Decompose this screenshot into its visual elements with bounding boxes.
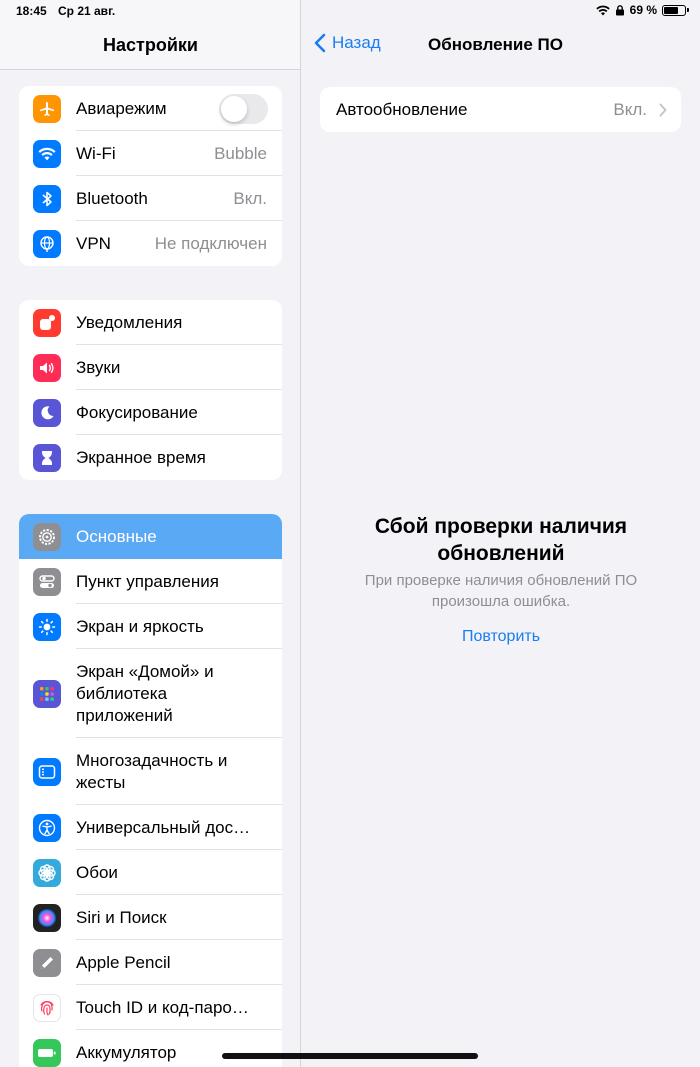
- sidebar-item-label: Универсальный дос…: [76, 817, 251, 837]
- sidebar-item-value: Не подключен: [154, 233, 267, 253]
- sidebar-item-label: Siri и Поиск: [76, 907, 167, 927]
- battery-fill: [664, 6, 678, 14]
- battery-icon: [662, 4, 689, 16]
- sidebar-item[interactable]: Пункт управления: [19, 559, 282, 604]
- sidebar-item-label: Apple Pencil: [76, 952, 171, 972]
- pencil-icon: [33, 948, 61, 977]
- gear-icon: [33, 522, 61, 551]
- hourglass-icon: [33, 443, 61, 472]
- error-title: Сбой проверки наличия обновлений: [374, 515, 628, 565]
- sidebar-item[interactable]: Обои: [19, 850, 282, 895]
- sidebar-item-label: Обои: [76, 862, 118, 882]
- sidebar-item-label: Bluetooth: [76, 188, 148, 208]
- sidebar-item[interactable]: Touch ID и код-паро…: [19, 985, 282, 1030]
- speaker-icon: [33, 353, 61, 382]
- settings-group-general: Основные Пункт управления Экран и яркость Э…: [19, 514, 282, 1067]
- sidebar-item-label: Авиарежим: [76, 98, 167, 118]
- orientation-lock-icon: [615, 4, 624, 15]
- wifi-status-icon: [595, 5, 610, 15]
- moon-icon: [33, 398, 61, 427]
- battery-percent: 69 %: [629, 3, 657, 17]
- retry-button[interactable]: Повторить: [302, 628, 700, 646]
- sidebar-item[interactable]: Экран «Домой» и библиотека приложений: [19, 649, 282, 738]
- status-bar: 18:45 Ср 21 авг. 69 %: [0, 0, 700, 24]
- sidebar-item[interactable]: Звуки: [19, 345, 282, 390]
- multitasking-icon: [33, 757, 61, 786]
- sidebar-item[interactable]: Wi-Fi Bubble: [19, 131, 282, 176]
- sidebar-item-label: Экран «Домой» и библиотека приложений: [76, 661, 214, 725]
- sidebar-item-label: Многозадачность и жесты: [76, 750, 228, 792]
- sidebar-item[interactable]: Экран и яркость: [19, 604, 282, 649]
- sidebar-item[interactable]: VPN Не подключен: [19, 221, 282, 266]
- status-date: Ср 21 авг.: [58, 4, 116, 18]
- fingerprint-icon: [33, 993, 61, 1022]
- sidebar-item-label: Звуки: [76, 357, 121, 377]
- notifications-icon: [33, 308, 61, 337]
- vpn-globe-icon: [33, 229, 61, 258]
- sidebar-item[interactable]: Фокусирование: [19, 390, 282, 435]
- settings-group-notifications: Уведомления Звуки Фокусирование Экранное вр…: [19, 300, 282, 480]
- toggle-knob: [221, 95, 247, 122]
- status-right: 69 %: [595, 3, 689, 17]
- battery-icon: [33, 1038, 61, 1067]
- sidebar-item[interactable]: Bluetooth Вкл.: [19, 176, 282, 221]
- sidebar-item-label: Wi-Fi: [76, 143, 116, 163]
- error-message: При проверке наличия обновлений ПО произ…: [364, 572, 638, 610]
- sidebar-item-label: Экранное время: [76, 447, 206, 467]
- sidebar-item[interactable]: Экранное время: [19, 435, 282, 480]
- sidebar-item[interactable]: Apple Pencil: [19, 940, 282, 985]
- switches-icon: [33, 567, 61, 596]
- sidebar: Настройки Авиарежим Wi-Fi Bubble Bluetooth В…: [0, 0, 301, 1067]
- auto-update-label: Автообновление: [336, 99, 468, 119]
- page-title: Обновление ПО: [428, 35, 563, 54]
- home-indicator[interactable]: [222, 1053, 478, 1059]
- sidebar-item[interactable]: Авиарежим: [19, 86, 282, 131]
- sidebar-item[interactable]: Многозадачность и жесты: [19, 738, 282, 805]
- sidebar-item[interactable]: Уведомления: [19, 300, 282, 345]
- flower-icon: [33, 858, 61, 887]
- accessibility-icon: [33, 813, 61, 842]
- auto-update-row[interactable]: Автообновление Вкл.: [320, 87, 681, 132]
- sidebar-item-label: VPN: [76, 233, 111, 253]
- sidebar-item[interactable]: Аккумулятор: [19, 1030, 282, 1067]
- sidebar-item[interactable]: Siri и Поиск: [19, 895, 282, 940]
- sun-icon: [33, 612, 61, 641]
- sidebar-item-label: Экран и яркость: [76, 616, 204, 636]
- chevron-right-icon: [659, 103, 667, 116]
- airplane-mode-toggle[interactable]: [219, 93, 268, 124]
- siri-icon: [33, 903, 61, 932]
- detail-pane: Назад Обновление ПО Автообновление Вкл. …: [302, 0, 700, 1067]
- status-time: 18:45: [16, 4, 47, 18]
- sidebar-title: Настройки: [103, 35, 198, 55]
- sidebar-item[interactable]: Универсальный дос…: [19, 805, 282, 850]
- sidebar-item[interactable]: Основные: [19, 514, 282, 559]
- back-label: Назад: [332, 33, 381, 52]
- wifi-icon: [33, 139, 61, 168]
- settings-group-connectivity: Авиарежим Wi-Fi Bubble Bluetooth Вкл. VPN Не п…: [19, 86, 282, 266]
- airplane-icon: [33, 94, 61, 123]
- chevron-left-icon: [314, 33, 326, 53]
- back-button[interactable]: Назад: [314, 33, 381, 53]
- auto-update-value: Вкл.: [613, 99, 647, 119]
- sidebar-item-label: Пункт управления: [76, 571, 219, 591]
- sidebar-item-value: Bubble: [214, 143, 267, 163]
- sidebar-item-label: Уведомления: [76, 312, 183, 332]
- sidebar-item-label: Touch ID и код-паро…: [76, 997, 249, 1017]
- sidebar-item-value: Вкл.: [233, 188, 267, 208]
- bluetooth-icon: [33, 184, 61, 213]
- sidebar-item-label: Фокусирование: [76, 402, 198, 422]
- sidebar-item-label: Основные: [76, 526, 157, 546]
- app-grid-icon: [33, 679, 61, 708]
